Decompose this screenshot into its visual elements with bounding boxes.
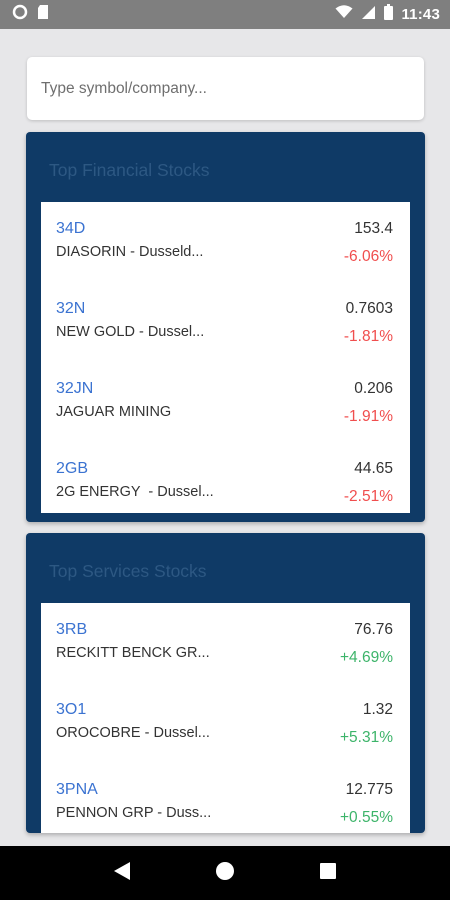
list-item[interactable]: 2GB 2G ENERGY - Dussel... 44.65 -2.51% [41, 442, 410, 513]
stock-price: 153.4 [354, 220, 393, 237]
stock-symbol: 34D [56, 220, 86, 237]
panel-title: Top Financial Stocks [49, 160, 210, 180]
stock-name: JAGUAR MINING [56, 404, 172, 420]
stock-name: PENNON GRP - Duss... [56, 805, 212, 821]
panel-title: Top Services Stocks [49, 561, 207, 581]
financial-stock-list: 34D DIASORIN - Dusseld... 153.4 -6.06% 3… [41, 202, 410, 513]
stock-symbol: 32N [56, 300, 86, 317]
stock-symbol: 3PNA [56, 781, 98, 798]
status-bar: 11:43 [0, 0, 450, 29]
search-input[interactable] [41, 79, 410, 98]
stock-change: +4.69% [339, 649, 393, 666]
stock-price: 76.76 [354, 621, 393, 638]
stock-name: NEW GOLD - Dussel... [56, 324, 205, 340]
recents-button[interactable] [308, 853, 348, 893]
circle-status-icon [12, 4, 28, 25]
stock-name: 2G ENERGY - Dussel... [56, 484, 214, 500]
sd-card-icon [36, 4, 50, 25]
stock-price: 0.7603 [345, 300, 393, 317]
recents-icon [319, 862, 337, 885]
stock-price: 0.206 [354, 380, 393, 397]
stock-name: RECKITT BENCK GR... [56, 645, 210, 661]
services-stocks-panel: Top Services Stocks 3RB RECKITT BENCK GR… [26, 533, 425, 833]
navigation-bar [0, 846, 450, 900]
list-item[interactable]: 32N NEW GOLD - Dussel... 0.7603 -1.81% [41, 282, 410, 362]
status-left-icons [12, 4, 50, 25]
list-item[interactable]: 3PNA PENNON GRP - Duss... 12.775 +0.55% [41, 763, 410, 833]
search-box[interactable] [27, 57, 424, 120]
stock-change: -1.91% [343, 408, 393, 425]
stock-change: -6.06% [343, 248, 393, 265]
stock-price: 44.65 [354, 460, 393, 477]
list-item[interactable]: 3O1 OROCOBRE - Dussel... 1.32 +5.31% [41, 683, 410, 763]
wifi-icon [335, 5, 353, 24]
stock-change: -1.81% [343, 328, 393, 345]
list-item[interactable]: 3RB RECKITT BENCK GR... 76.76 +4.69% [41, 603, 410, 683]
signal-icon [361, 5, 376, 25]
stock-symbol: 3O1 [56, 701, 87, 718]
stock-name: DIASORIN - Dusseld... [56, 244, 204, 260]
stock-symbol: 2GB [56, 460, 89, 477]
status-time: 11:43 [401, 6, 440, 23]
stock-symbol: 32JN [56, 380, 94, 397]
stock-change: +5.31% [339, 729, 393, 746]
list-item[interactable]: 34D DIASORIN - Dusseld... 153.4 -6.06% [41, 202, 410, 282]
stock-name: OROCOBRE - Dussel... [56, 725, 210, 741]
battery-icon [384, 4, 394, 25]
back-icon [113, 861, 131, 886]
stock-price: 12.775 [345, 781, 393, 798]
services-stock-list: 3RB RECKITT BENCK GR... 76.76 +4.69% 3O1… [41, 603, 410, 833]
list-item[interactable]: 32JN JAGUAR MINING 0.206 -1.91% [41, 362, 410, 442]
status-right-icons: 11:43 [335, 4, 440, 25]
home-button[interactable] [205, 853, 245, 893]
stock-change: +0.55% [339, 809, 393, 826]
financial-stocks-panel: Top Financial Stocks 34D DIASORIN - Duss… [26, 132, 425, 522]
back-button[interactable] [102, 853, 142, 893]
stock-symbol: 3RB [56, 621, 88, 638]
home-icon [215, 861, 235, 886]
stock-price: 1.32 [362, 701, 393, 718]
stock-change: -2.51% [343, 488, 393, 505]
